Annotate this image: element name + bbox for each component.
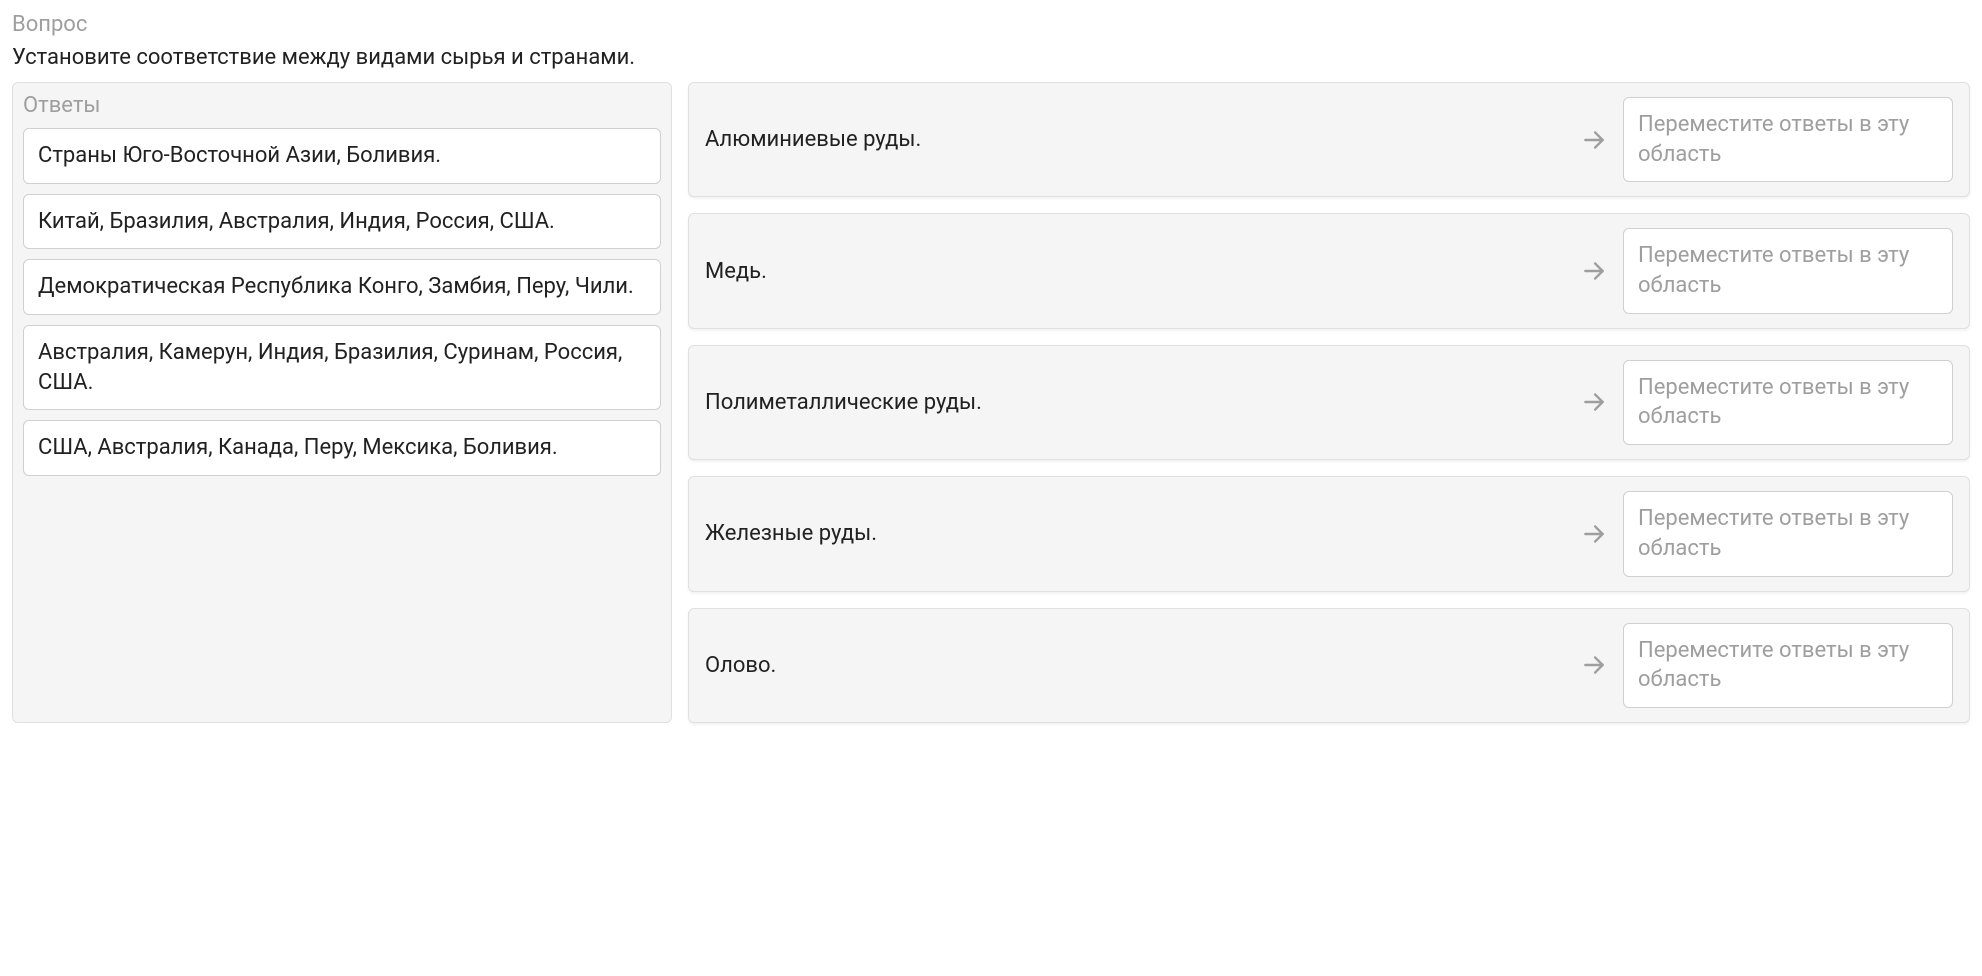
target-row: Алюминиевые руды. Переместите ответы в э…	[688, 82, 1970, 197]
target-row: Олово. Переместите ответы в эту область	[688, 608, 1970, 723]
answer-item[interactable]: Страны Юго-Восточной Азии, Боливия.	[23, 128, 661, 184]
drop-zone[interactable]: Переместите ответы в эту область	[1623, 97, 1953, 182]
target-label: Железные руды.	[705, 521, 1565, 546]
arrow-right-icon	[1581, 389, 1607, 415]
target-label: Олово.	[705, 653, 1565, 678]
drop-zone[interactable]: Переместите ответы в эту область	[1623, 491, 1953, 576]
drop-zone[interactable]: Переместите ответы в эту область	[1623, 228, 1953, 313]
answer-item[interactable]: Австралия, Камерун, Индия, Бразилия, Сур…	[23, 325, 661, 410]
targets-column: Алюминиевые руды. Переместите ответы в э…	[688, 82, 1970, 723]
target-row: Полиметаллические руды. Переместите отве…	[688, 345, 1970, 460]
question-label: Вопрос	[12, 12, 1970, 37]
drop-zone[interactable]: Переместите ответы в эту область	[1623, 360, 1953, 445]
target-row: Железные руды. Переместите ответы в эту …	[688, 476, 1970, 591]
answer-item[interactable]: США, Австралия, Канада, Перу, Мексика, Б…	[23, 420, 661, 476]
arrow-right-icon	[1581, 521, 1607, 547]
arrow-right-icon	[1581, 127, 1607, 153]
target-row: Медь. Переместите ответы в эту область	[688, 213, 1970, 328]
answers-label: Ответы	[23, 93, 661, 118]
target-label: Алюминиевые руды.	[705, 127, 1565, 152]
arrow-right-icon	[1581, 652, 1607, 678]
matching-content: Ответы Страны Юго-Восточной Азии, Боливи…	[12, 82, 1970, 723]
arrow-right-icon	[1581, 258, 1607, 284]
answers-panel: Ответы Страны Юго-Восточной Азии, Боливи…	[12, 82, 672, 723]
question-text: Установите соответствие между видами сыр…	[12, 45, 1970, 70]
answer-item[interactable]: Демократическая Республика Конго, Замбия…	[23, 259, 661, 315]
target-label: Медь.	[705, 259, 1565, 284]
drop-zone[interactable]: Переместите ответы в эту область	[1623, 623, 1953, 708]
answer-item[interactable]: Китай, Бразилия, Австралия, Индия, Росси…	[23, 194, 661, 250]
target-label: Полиметаллические руды.	[705, 390, 1565, 415]
